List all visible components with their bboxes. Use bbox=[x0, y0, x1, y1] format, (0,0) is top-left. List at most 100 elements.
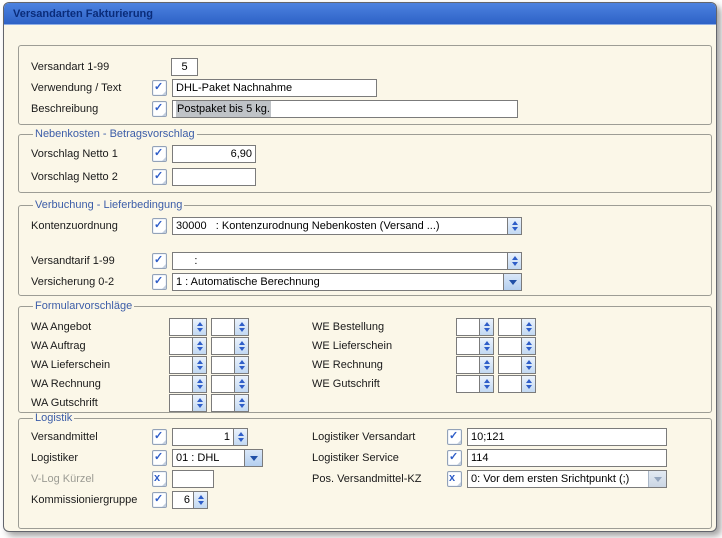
spinner[interactable] bbox=[234, 376, 248, 392]
spinner-up-icon[interactable] bbox=[197, 341, 203, 345]
spinner[interactable] bbox=[521, 319, 535, 335]
spinner[interactable] bbox=[193, 492, 207, 508]
vorschlag-netto-2-checkbox[interactable]: ✓ bbox=[152, 169, 167, 185]
spinner-down-icon[interactable] bbox=[512, 227, 518, 231]
spinner[interactable] bbox=[479, 319, 493, 335]
we-lieferschein-field-2[interactable] bbox=[498, 337, 536, 355]
spinner-down-icon[interactable] bbox=[526, 385, 532, 389]
logistiker-dropdown[interactable]: 01 : DHL bbox=[172, 449, 263, 467]
vorschlag-netto-2-input[interactable] bbox=[172, 168, 256, 186]
spinner[interactable] bbox=[233, 429, 247, 445]
spinner-down-icon[interactable] bbox=[239, 366, 245, 370]
spinner-down-icon[interactable] bbox=[484, 347, 490, 351]
wa-rechnung-field-2[interactable] bbox=[211, 375, 249, 393]
spinner-up-icon[interactable] bbox=[484, 322, 490, 326]
spinner-down-icon[interactable] bbox=[484, 385, 490, 389]
wa-lieferschein-field-1[interactable] bbox=[169, 356, 207, 374]
spinner[interactable] bbox=[521, 357, 535, 373]
spinner-up-icon[interactable] bbox=[197, 360, 203, 364]
beschreibung-input[interactable]: Postpaket bis 5 kg. bbox=[172, 100, 518, 118]
spinner-down-icon[interactable] bbox=[198, 501, 204, 505]
versandmittel-checkbox[interactable]: ✓ bbox=[152, 429, 167, 445]
spinner[interactable] bbox=[507, 253, 521, 269]
spinner-down-icon[interactable] bbox=[239, 328, 245, 332]
spinner-down-icon[interactable] bbox=[239, 385, 245, 389]
wa-gutschrift-field-2[interactable] bbox=[211, 394, 249, 412]
spinner-up-icon[interactable] bbox=[526, 322, 532, 326]
wa-gutschrift-field-1[interactable] bbox=[169, 394, 207, 412]
spinner-up-icon[interactable] bbox=[197, 398, 203, 402]
we-rechnung-field-2[interactable] bbox=[498, 356, 536, 374]
spinner[interactable] bbox=[192, 357, 206, 373]
kommissioniergruppe-checkbox[interactable]: ✓ bbox=[152, 492, 167, 508]
versandart-input[interactable] bbox=[171, 58, 198, 76]
vlog-kuerzel-input[interactable] bbox=[172, 470, 214, 488]
spinner[interactable] bbox=[479, 357, 493, 373]
spinner-up-icon[interactable] bbox=[197, 322, 203, 326]
spinner[interactable] bbox=[521, 338, 535, 354]
we-rechnung-field-1[interactable] bbox=[456, 356, 494, 374]
spinner-down-icon[interactable] bbox=[484, 366, 490, 370]
spinner-up-icon[interactable] bbox=[484, 360, 490, 364]
verwendung-input[interactable] bbox=[172, 79, 377, 97]
spinner[interactable] bbox=[234, 357, 248, 373]
kommissioniergruppe-spinner-field[interactable]: 6 bbox=[172, 491, 208, 509]
kontenzuordnung-combo[interactable]: 30000 : Kontenzurodnung Nebenkosten (Ver… bbox=[172, 217, 522, 235]
spinner-down-icon[interactable] bbox=[197, 328, 203, 332]
spinner[interactable] bbox=[192, 338, 206, 354]
spinner-up-icon[interactable] bbox=[512, 256, 518, 260]
spinner-up-icon[interactable] bbox=[526, 379, 532, 383]
versandtarif-combo[interactable]: : bbox=[172, 252, 522, 270]
we-bestellung-field-1[interactable] bbox=[456, 318, 494, 336]
spinner[interactable] bbox=[521, 376, 535, 392]
spinner-down-icon[interactable] bbox=[239, 347, 245, 351]
spinner-up-icon[interactable] bbox=[239, 379, 245, 383]
wa-angebot-field-2[interactable] bbox=[211, 318, 249, 336]
spinner-down-icon[interactable] bbox=[526, 328, 532, 332]
spinner-down-icon[interactable] bbox=[197, 347, 203, 351]
wa-angebot-field-1[interactable] bbox=[169, 318, 207, 336]
wa-auftrag-field-2[interactable] bbox=[211, 337, 249, 355]
spinner-up-icon[interactable] bbox=[484, 341, 490, 345]
wa-lieferschein-field-2[interactable] bbox=[211, 356, 249, 374]
vlog-kuerzel-checkbox[interactable]: x bbox=[152, 471, 167, 487]
dropdown-button[interactable] bbox=[503, 274, 521, 290]
spinner[interactable] bbox=[479, 338, 493, 354]
logistiker-service-checkbox[interactable]: ✓ bbox=[447, 450, 462, 466]
spinner-down-icon[interactable] bbox=[526, 366, 532, 370]
pos-versandmittel-kz-checkbox[interactable]: x bbox=[447, 471, 462, 487]
logistiker-versandart-checkbox[interactable]: ✓ bbox=[447, 429, 462, 445]
spinner-up-icon[interactable] bbox=[526, 341, 532, 345]
spinner-up-icon[interactable] bbox=[239, 341, 245, 345]
spinner-down-icon[interactable] bbox=[197, 366, 203, 370]
dropdown-button[interactable] bbox=[244, 450, 262, 466]
spinner[interactable] bbox=[234, 319, 248, 335]
spinner-up-icon[interactable] bbox=[512, 221, 518, 225]
spinner-up-icon[interactable] bbox=[484, 379, 490, 383]
spinner-up-icon[interactable] bbox=[239, 360, 245, 364]
spinner[interactable] bbox=[192, 319, 206, 335]
versandmittel-spinner-field[interactable]: 1 bbox=[172, 428, 248, 446]
versicherung-checkbox[interactable]: ✓ bbox=[152, 274, 167, 290]
spinner-up-icon[interactable] bbox=[198, 495, 204, 499]
we-gutschrift-field-2[interactable] bbox=[498, 375, 536, 393]
kontenzuordnung-checkbox[interactable]: ✓ bbox=[152, 218, 167, 234]
spinner-down-icon[interactable] bbox=[512, 262, 518, 266]
pos-versandmittel-kz-dropdown[interactable]: 0: Vor dem ersten Srichtpunkt (;) bbox=[467, 470, 667, 488]
spinner-up-icon[interactable] bbox=[239, 322, 245, 326]
vorschlag-netto-1-checkbox[interactable]: ✓ bbox=[152, 146, 167, 162]
spinner[interactable] bbox=[192, 376, 206, 392]
spinner-up-icon[interactable] bbox=[526, 360, 532, 364]
spinner-down-icon[interactable] bbox=[484, 328, 490, 332]
logistiker-service-input[interactable] bbox=[467, 449, 667, 467]
vorschlag-netto-1-input[interactable] bbox=[172, 145, 256, 163]
wa-rechnung-field-1[interactable] bbox=[169, 375, 207, 393]
spinner-up-icon[interactable] bbox=[239, 398, 245, 402]
wa-auftrag-field-1[interactable] bbox=[169, 337, 207, 355]
spinner[interactable] bbox=[507, 218, 521, 234]
spinner-up-icon[interactable] bbox=[197, 379, 203, 383]
we-lieferschein-field-1[interactable] bbox=[456, 337, 494, 355]
logistiker-checkbox[interactable]: ✓ bbox=[152, 450, 167, 466]
beschreibung-checkbox[interactable]: ✓ bbox=[152, 101, 167, 117]
spinner-down-icon[interactable] bbox=[238, 438, 244, 442]
